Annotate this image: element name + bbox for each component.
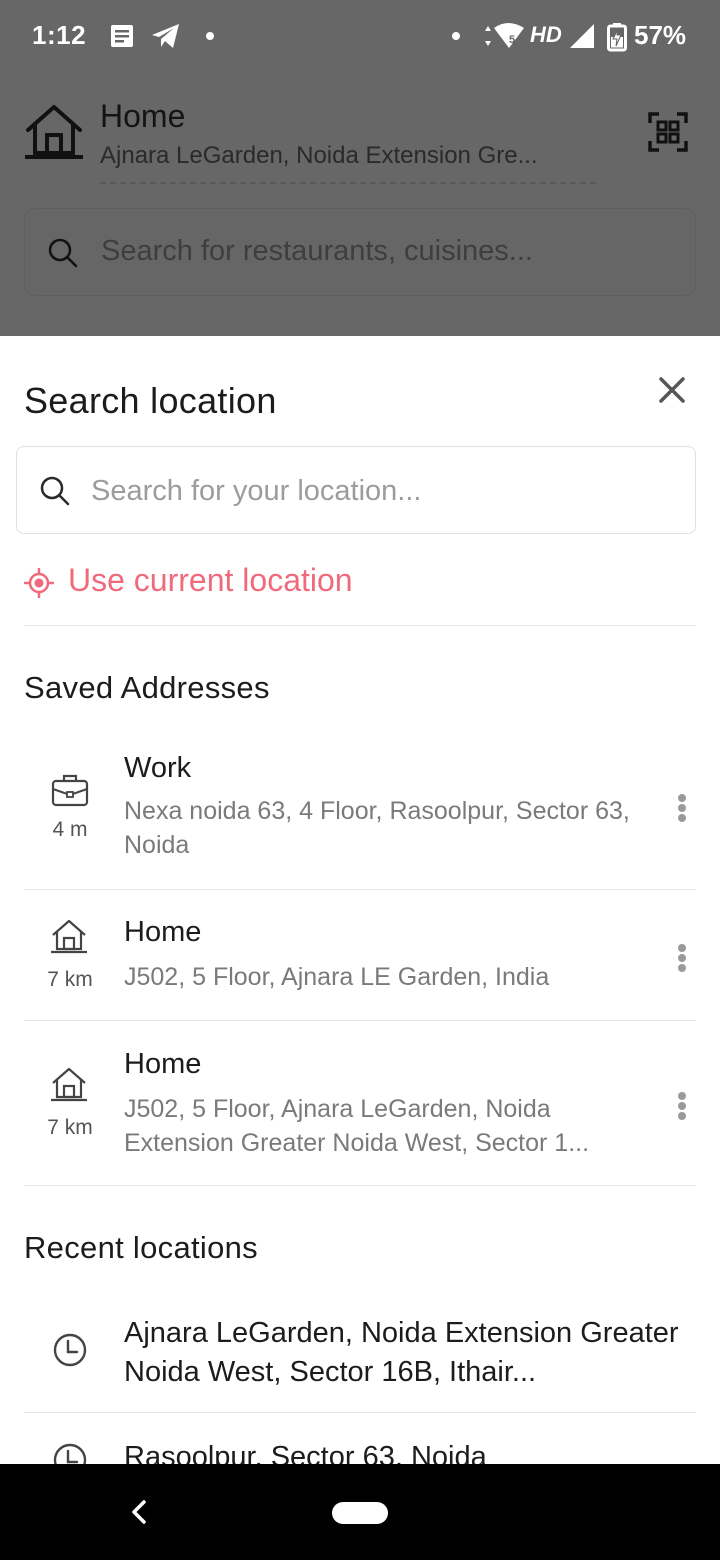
svg-text:5: 5 bbox=[509, 34, 515, 46]
divider bbox=[24, 625, 696, 626]
telegram-icon bbox=[152, 24, 179, 48]
recent-location-text: Rasoolpur, Sector 63, Noida bbox=[124, 1441, 487, 1464]
clock-icon bbox=[53, 1333, 87, 1367]
saved-address-item[interactable]: 4 m Work Nexa noida 63, 4 Floor, Rasoolp… bbox=[24, 748, 696, 888]
briefcase-icon bbox=[51, 774, 89, 807]
wifi-signal-icon: 5 bbox=[485, 23, 524, 48]
notification-dot-icon bbox=[206, 32, 214, 40]
battery-charging-icon bbox=[607, 23, 627, 52]
address-name: Home bbox=[124, 916, 202, 948]
address-text: J502, 5 Floor, Ajnara LE Garden, India bbox=[124, 963, 550, 991]
notification-dot-icon bbox=[452, 32, 460, 40]
current-location-title[interactable]: Home bbox=[100, 98, 185, 135]
cell-signal-icon bbox=[570, 24, 594, 48]
restaurant-search-placeholder: Search for restaurants, cuisines... bbox=[101, 235, 533, 267]
status-bar: 1:12 5 HD 57% bbox=[0, 0, 720, 72]
address-text: Nexa noida 63, 4 Floor, Rasoolpur, Secto… bbox=[124, 797, 630, 859]
home-icon bbox=[25, 105, 83, 159]
home-icon bbox=[51, 919, 87, 954]
search-icon bbox=[48, 238, 78, 268]
background-overlay[interactable]: 1:12 5 HD 57% Home Ajnara LeGarden, Noid… bbox=[0, 0, 720, 336]
more-options-icon[interactable] bbox=[670, 788, 694, 828]
distance-label: 7 km bbox=[47, 1116, 93, 1139]
saved-address-item[interactable]: 7 km Home J502, 5 Floor, Ajnara LeGarden… bbox=[24, 1044, 696, 1184]
news-icon bbox=[111, 25, 133, 47]
search-icon bbox=[40, 476, 70, 506]
more-options-icon[interactable] bbox=[670, 938, 694, 978]
close-icon[interactable] bbox=[648, 366, 696, 414]
address-name: Home bbox=[124, 1048, 202, 1080]
home-pill-icon[interactable] bbox=[332, 1502, 388, 1524]
saved-address-item[interactable]: 7 km Home J502, 5 Floor, Ajnara LE Garde… bbox=[24, 912, 696, 1020]
saved-addresses-title: Saved Addresses bbox=[24, 670, 270, 705]
qr-scan-icon[interactable] bbox=[648, 112, 688, 152]
recent-location-item[interactable]: Rasoolpur, Sector 63, Noida bbox=[24, 1434, 696, 1464]
distance-label: 4 m bbox=[52, 818, 88, 841]
recent-locations-title: Recent locations bbox=[24, 1230, 258, 1265]
more-options-icon[interactable] bbox=[670, 1086, 694, 1126]
clock-icon bbox=[53, 1443, 87, 1464]
gps-target-icon bbox=[24, 568, 54, 598]
recent-location-item[interactable]: Ajnara LeGarden, Noida Extension Greater… bbox=[24, 1308, 696, 1408]
status-time: 1:12 bbox=[32, 20, 87, 50]
current-location-address[interactable]: Ajnara LeGarden, Noida Extension Gre... bbox=[100, 142, 600, 170]
battery-level: 57% bbox=[634, 20, 687, 50]
search-location-sheet: Search location Use current location Sav… bbox=[0, 336, 720, 1464]
location-header: Home Ajnara LeGarden, Noida Extension Gr… bbox=[0, 72, 720, 336]
divider bbox=[24, 1185, 696, 1186]
restaurant-search-bar[interactable]: Search for restaurants, cuisines... bbox=[24, 208, 696, 296]
home-icon bbox=[51, 1067, 87, 1102]
navigation-bar bbox=[0, 1464, 720, 1560]
divider bbox=[24, 1412, 696, 1413]
address-text: J502, 5 Floor, Ajnara LeGarden, Noida Ex… bbox=[124, 1095, 590, 1157]
divider bbox=[24, 889, 696, 890]
location-search-field[interactable] bbox=[16, 446, 696, 534]
use-current-location-button[interactable]: Use current location bbox=[24, 558, 484, 608]
sheet-title: Search location bbox=[24, 380, 277, 421]
network-type: HD bbox=[530, 22, 562, 47]
back-icon[interactable] bbox=[122, 1494, 158, 1530]
recent-location-text: Ajnara LeGarden, Noida Extension Greater… bbox=[124, 1317, 679, 1388]
divider bbox=[24, 1020, 696, 1021]
use-current-location-label: Use current location bbox=[68, 562, 353, 598]
address-name: Work bbox=[124, 752, 192, 784]
location-search-input[interactable] bbox=[91, 469, 671, 513]
distance-label: 7 km bbox=[47, 968, 93, 991]
address-underline bbox=[100, 182, 596, 184]
